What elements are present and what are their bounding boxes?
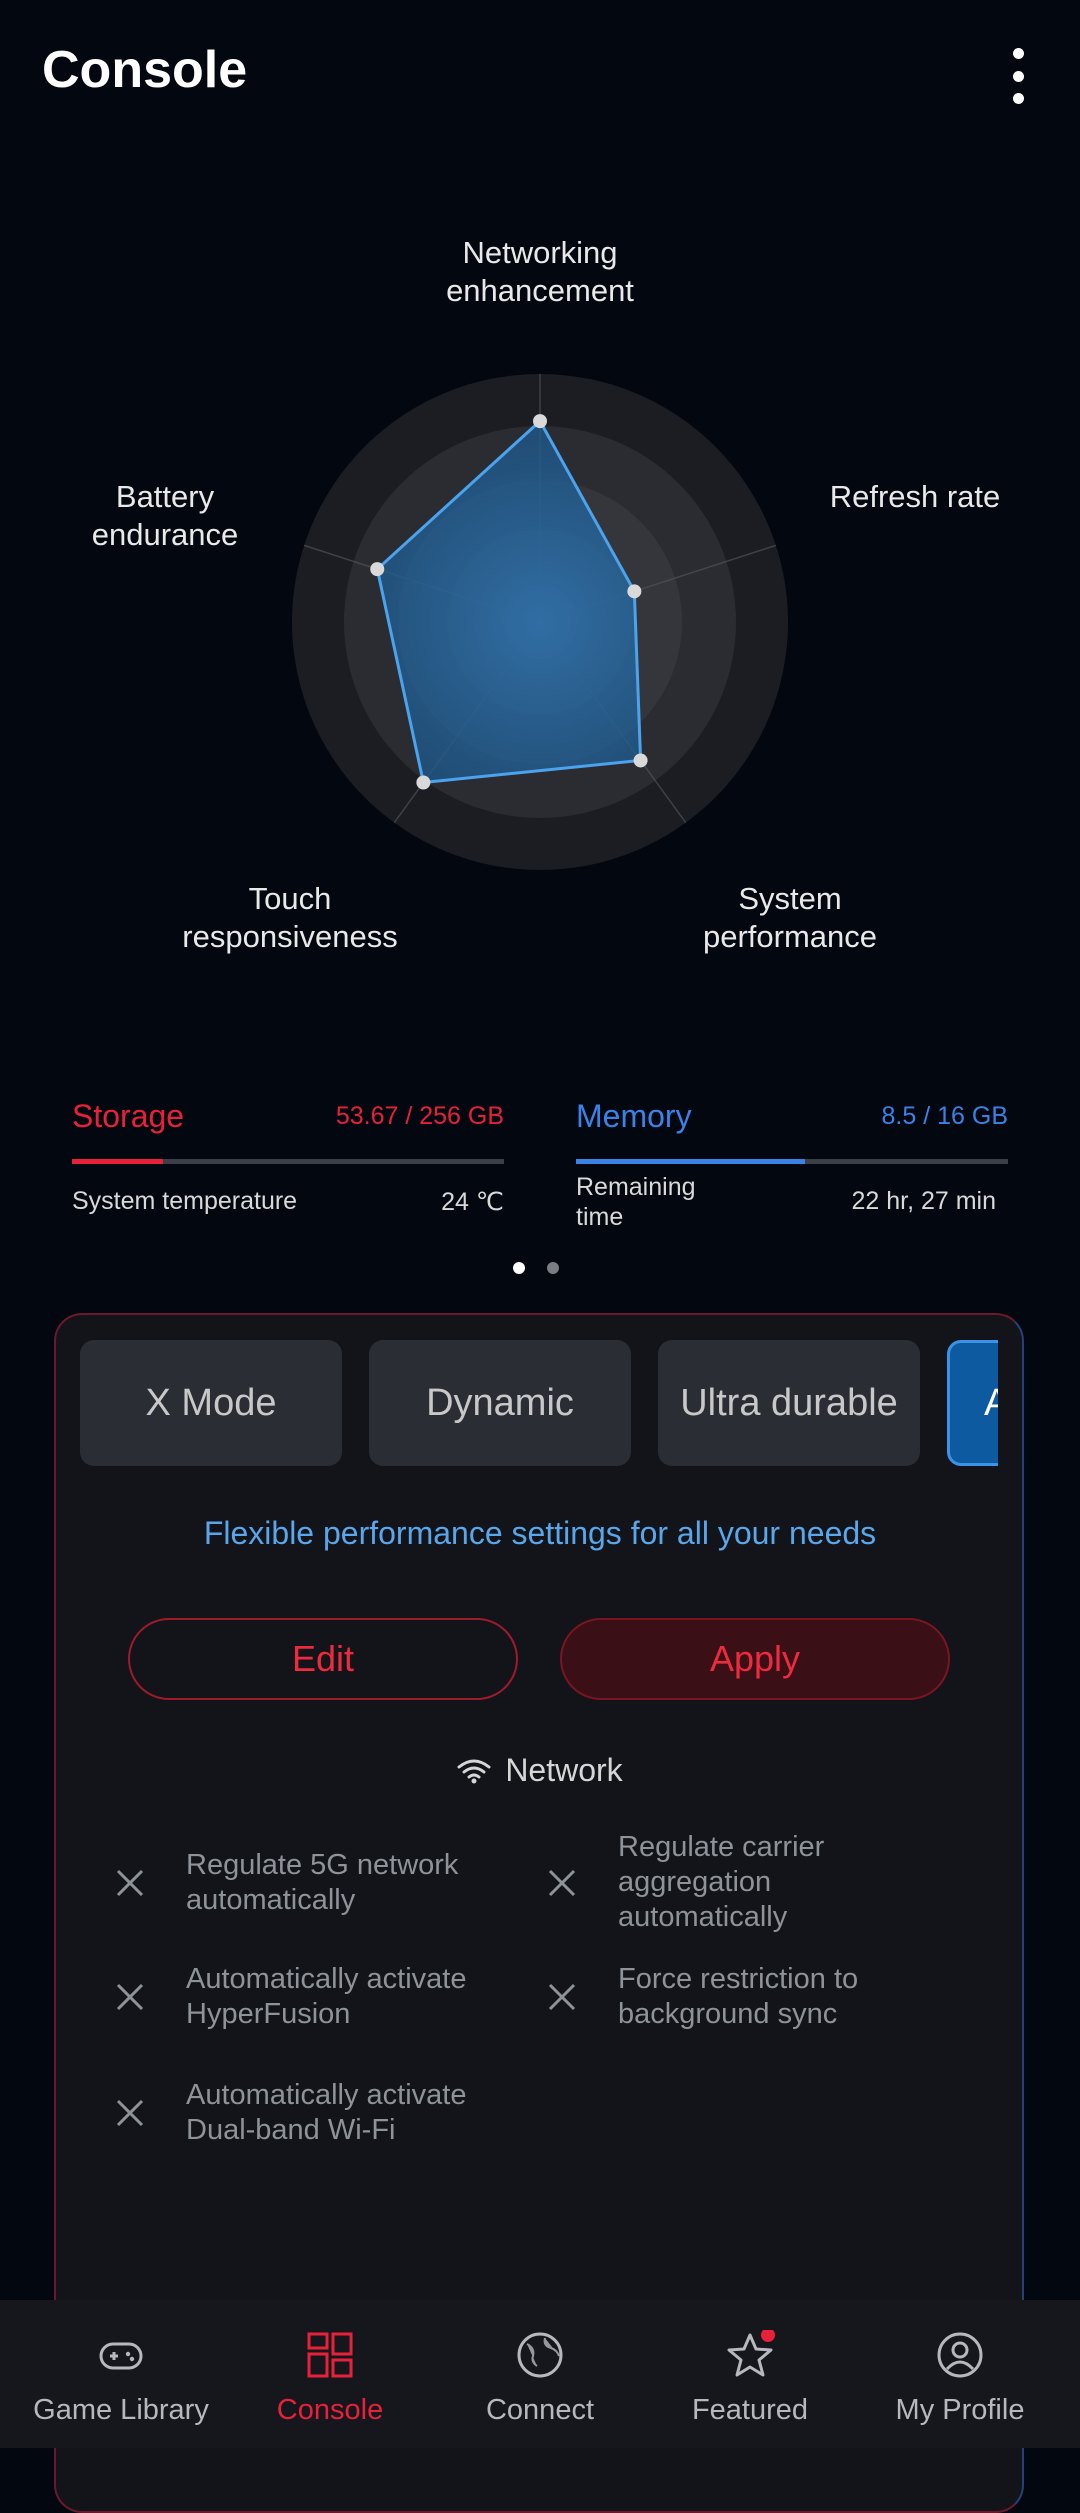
page-dot-1 <box>513 1262 525 1274</box>
feature-hyperfusion: Automatically activate HyperFusion <box>110 1962 466 2032</box>
storage-label: Storage <box>72 1098 185 1134</box>
globe-icon <box>517 2332 563 2378</box>
radar-label-system: System performance <box>702 881 878 954</box>
wifi-icon <box>457 1759 491 1783</box>
disabled-x-icon <box>548 1983 576 2011</box>
storage-value: 53.67 / 256 GB <box>335 1102 504 1130</box>
gamepad-icon <box>99 2342 143 2370</box>
nav-my-profile[interactable]: My Profile <box>852 2300 1068 2448</box>
mode-dynamic[interactable]: Dynamic <box>369 1340 631 1466</box>
nav-featured[interactable]: Featured <box>642 2300 858 2448</box>
edit-button[interactable]: Edit <box>128 1618 518 1700</box>
radar-label-touch: Touch responsiveness <box>182 881 398 954</box>
disabled-x-icon <box>548 1869 576 1896</box>
storage-bar-fill <box>72 1159 163 1164</box>
nav-connect[interactable]: Connect <box>432 2300 648 2448</box>
radar-label-battery: Battery endurance <box>91 479 239 552</box>
feature-background-sync: Force restriction to background sync <box>542 1962 858 2032</box>
mode-advanced[interactable]: A <box>947 1340 998 1466</box>
more-options-icon[interactable] <box>1000 48 1036 104</box>
mode-description: Flexible performance settings for all yo… <box>203 1515 877 1551</box>
disabled-x-icon <box>116 2099 144 2127</box>
bottom-nav: Game Library Console Connect Featured My… <box>0 2300 1080 2448</box>
temperature-value: 24 ℃ <box>441 1188 504 1216</box>
remaining-time-label: Remaining time <box>576 1173 696 1231</box>
radar-label-networking: Networking enhancement <box>446 235 634 308</box>
nav-console[interactable]: Console <box>222 2300 438 2448</box>
star-icon <box>727 2330 775 2377</box>
apply-button[interactable]: Apply <box>560 1618 950 1700</box>
radar-point <box>633 753 648 768</box>
feature-5g: Regulate 5G network automatically <box>110 1848 458 1918</box>
storage-bar <box>72 1159 504 1164</box>
profile-icon <box>937 2332 983 2378</box>
radar-point <box>370 562 385 577</box>
page-title: Console <box>42 41 248 99</box>
feature-dual-band-wifi: Automatically activate Dual-band Wi-Fi <box>110 2078 466 2148</box>
radar-point <box>627 584 642 599</box>
notification-dot <box>761 2330 775 2342</box>
mode-ultra-durable[interactable]: Ultra durable <box>658 1340 920 1466</box>
mode-x-mode[interactable]: X Mode <box>80 1340 342 1466</box>
memory-label: Memory <box>576 1098 692 1134</box>
feature-carrier-aggregation: Regulate carrier aggregation automatically <box>542 1830 824 1935</box>
memory-bar <box>576 1159 1008 1164</box>
page-dot-2 <box>547 1262 559 1274</box>
radar-label-refresh: Refresh rate <box>829 479 1001 514</box>
radar-point <box>533 414 547 429</box>
memory-value: 8.5 / 16 GB <box>881 1102 1008 1130</box>
grid-icon <box>307 2332 353 2378</box>
temperature-label: System temperature <box>72 1187 298 1215</box>
performance-radar: Networking enhancement Refresh rate Syst… <box>0 160 1080 1120</box>
remaining-time-value: 22 hr, 27 min <box>851 1187 996 1215</box>
radar-point <box>416 775 431 790</box>
mode-selector[interactable]: X Mode Dynamic Ultra durable A <box>80 1340 998 1466</box>
page-indicator[interactable] <box>513 1262 559 1274</box>
memory-bar-fill <box>576 1159 805 1164</box>
nav-game-library[interactable]: Game Library <box>13 2300 229 2448</box>
disabled-x-icon <box>116 1983 144 2011</box>
disabled-x-icon <box>116 1869 144 1897</box>
network-section-title: Network <box>0 1752 1080 1789</box>
